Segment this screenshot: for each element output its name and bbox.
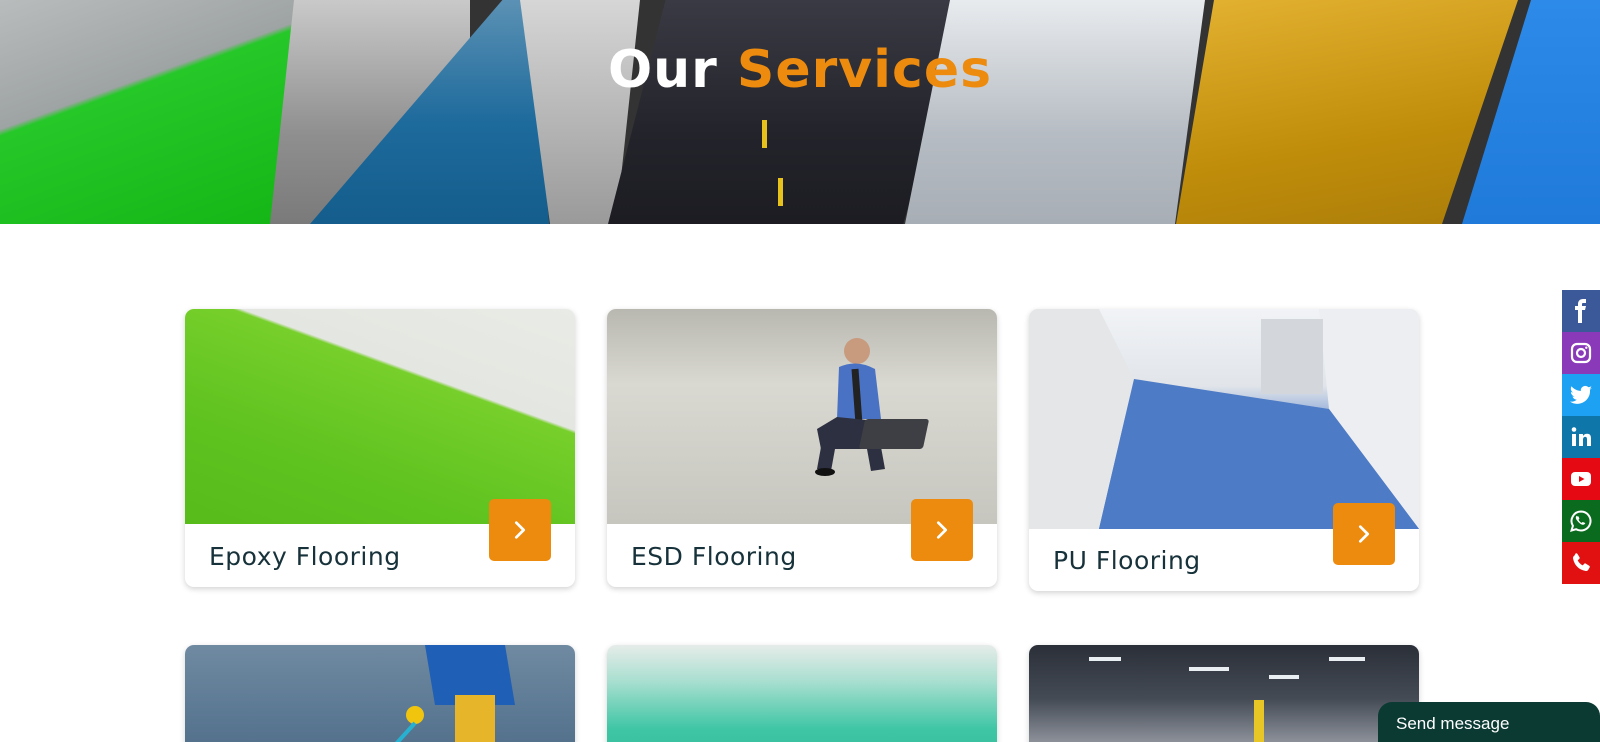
instagram-link[interactable] bbox=[1562, 332, 1600, 374]
floor-cleaning-image bbox=[185, 645, 575, 742]
page-title-our: Our bbox=[607, 40, 718, 100]
facebook-icon bbox=[1575, 299, 1586, 323]
parking-garage-image bbox=[1029, 645, 1419, 742]
green-floor-image bbox=[0, 0, 320, 224]
phone-link[interactable] bbox=[1562, 542, 1600, 584]
instagram-icon bbox=[1570, 342, 1592, 364]
service-card-title: ESD Flooring bbox=[631, 542, 797, 571]
service-card-5[interactable] bbox=[607, 645, 997, 742]
phone-icon bbox=[1573, 553, 1590, 571]
page-title: Our Services bbox=[0, 40, 1600, 100]
send-message-button[interactable]: Send message bbox=[1378, 702, 1600, 742]
whatsapp-link[interactable] bbox=[1562, 500, 1600, 542]
esd-flooring-image bbox=[607, 309, 997, 524]
services-hero-banner: Our Services bbox=[0, 0, 1600, 224]
service-card-title: PU Flooring bbox=[1053, 546, 1201, 575]
esd-flooring-arrow-button[interactable] bbox=[911, 499, 973, 561]
service-card-title: Epoxy Flooring bbox=[209, 542, 401, 571]
teal-floor-image bbox=[607, 645, 997, 742]
facebook-link[interactable] bbox=[1562, 290, 1600, 332]
chevron-right-icon bbox=[936, 521, 948, 539]
epoxy-flooring-image bbox=[185, 309, 575, 524]
whatsapp-icon bbox=[1570, 510, 1592, 532]
page-title-services: Services bbox=[736, 40, 993, 100]
service-card-4[interactable] bbox=[185, 645, 575, 742]
technician-figure bbox=[815, 338, 885, 476]
twitter-link[interactable] bbox=[1562, 374, 1600, 416]
epoxy-flooring-arrow-button[interactable] bbox=[489, 499, 551, 561]
linkedin-link[interactable] bbox=[1562, 416, 1600, 458]
social-sidebar bbox=[1562, 290, 1600, 584]
youtube-icon bbox=[1571, 472, 1591, 486]
chevron-right-icon bbox=[514, 521, 526, 539]
pu-flooring-image bbox=[1029, 309, 1419, 529]
youtube-link[interactable] bbox=[1562, 458, 1600, 500]
service-card-6[interactable] bbox=[1029, 645, 1419, 742]
grey-floor-image bbox=[905, 0, 1205, 224]
twitter-icon bbox=[1570, 385, 1592, 404]
pu-flooring-arrow-button[interactable] bbox=[1333, 503, 1395, 565]
chevron-right-icon bbox=[1358, 525, 1370, 543]
linkedin-icon bbox=[1571, 427, 1591, 446]
